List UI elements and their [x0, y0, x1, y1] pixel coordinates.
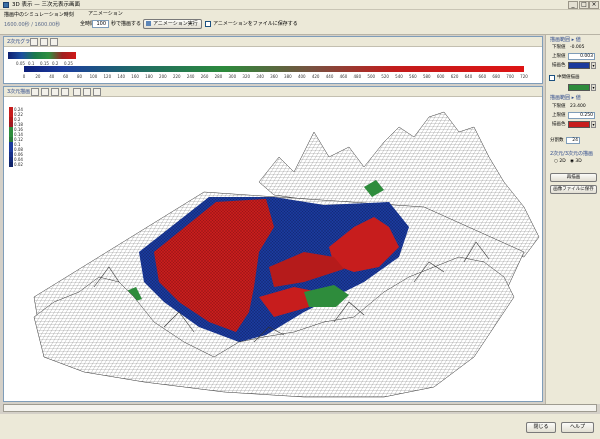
- print-icon[interactable]: [30, 38, 38, 46]
- colorbar-large-tick: 80: [77, 74, 83, 79]
- colorbar-large-tick: 260: [200, 74, 209, 79]
- top-options-bar: 描画中のシミュレーション時刻 1600.00秒 / 1600.00秒 アニメーシ…: [0, 10, 600, 35]
- maximize-button[interactable]: □: [579, 1, 589, 9]
- colorbar-panel: 2次元グラフ 0.05 0.1 0.15 0.2 0.25 0 20 40 60 80 100 12…: [3, 36, 543, 84]
- save-icon[interactable]: [50, 38, 58, 46]
- colorbar-large-tick: 300: [228, 74, 237, 79]
- colorbar-large-tick: 240: [186, 74, 195, 79]
- upper2-label: 上限値: [552, 113, 566, 118]
- lower2-value: 23.400: [570, 104, 586, 109]
- colorbar-large-tick: 560: [409, 74, 417, 79]
- color-swatch-red[interactable]: [568, 121, 590, 128]
- app-icon: [3, 2, 9, 8]
- colorbar-large-tick: 580: [422, 74, 431, 79]
- run-animation-label: アニメーション実行: [153, 21, 198, 27]
- save-animation-label: アニメーションをファイルに保存する: [213, 21, 298, 27]
- colorbar-large-tick: 680: [492, 74, 501, 79]
- colorbar-large-tick: 200: [159, 74, 167, 79]
- close-button[interactable]: 閉じる: [526, 422, 556, 433]
- colorbar-large-tick: 480: [353, 74, 362, 79]
- colorbar-large-tick: 540: [395, 74, 403, 79]
- step-label: 分割数: [550, 138, 564, 143]
- colorbar-large-tick: 600: [436, 74, 445, 79]
- copy-icon[interactable]: [40, 38, 48, 46]
- animation-label: アニメーション: [88, 11, 123, 17]
- colorbar-large-tick: 620: [450, 74, 459, 79]
- chevron-down-icon[interactable]: ▾: [591, 84, 596, 91]
- colorbar-large-tick: 640: [464, 74, 473, 79]
- mid-value-label: 中間値描画: [557, 75, 580, 80]
- colorbar-large-tick: 520: [381, 74, 389, 79]
- upper-input[interactable]: 0.003: [568, 53, 595, 60]
- right-options-panel: 描画範囲 ▸ 値 下限値 -0.005 上限値 0.003 描画色 ▾ 中間値描…: [545, 35, 600, 404]
- colorbar-large-tick: 0: [22, 74, 26, 79]
- sim-time-label: 描画中のシミュレーション時刻: [4, 12, 74, 18]
- mid-value-checkbox[interactable]: [549, 75, 555, 81]
- lower-value: -0.005: [570, 45, 585, 50]
- colorbar-large-tick: 280: [214, 74, 223, 79]
- dim-title: 2次元/3次元の描画: [550, 151, 594, 157]
- terrain-surface-3d[interactable]: [4, 87, 543, 402]
- range2-title: 描画範囲 ▸ 値: [550, 95, 581, 101]
- radio-3d-label: 3D: [575, 159, 582, 164]
- redraw-button[interactable]: 再描画: [550, 173, 597, 182]
- colorbar-large-tick: 700: [506, 74, 514, 79]
- colorbar-small: [8, 52, 76, 59]
- range-title: 描画範囲 ▸ 値: [550, 37, 581, 43]
- upper2-input[interactable]: 0.250: [568, 112, 595, 119]
- colorbar-large-tick: 380: [284, 74, 292, 79]
- colorbar-large-tick: 660: [478, 74, 487, 79]
- radio-3d[interactable]: ◉ 3D: [570, 159, 582, 165]
- run-animation-button[interactable]: アニメーション実行: [143, 19, 202, 29]
- interval-input[interactable]: 100: [92, 20, 109, 28]
- radio-2d-label: 2D: [559, 159, 566, 164]
- chevron-down-icon[interactable]: ▾: [591, 62, 596, 69]
- interval-suffix: 秒で描画する: [111, 21, 142, 27]
- colorbar-large-tick: 20: [35, 74, 41, 79]
- upper-label: 上限値: [552, 54, 566, 59]
- save-animation-checkbox[interactable]: [205, 21, 211, 27]
- colorbar-large-tick: 160: [131, 74, 139, 79]
- colorbar-large-tick: 120: [103, 74, 112, 79]
- colorbar-large-tick: 340: [256, 74, 264, 79]
- close-window-button[interactable]: ×: [589, 1, 599, 9]
- colorbar-large-tick: 180: [145, 74, 153, 79]
- colorbar-large-tick: 360: [270, 74, 278, 79]
- chevron-down-icon[interactable]: ▾: [591, 121, 596, 128]
- title-bar: 3D 表示 — 三次元表示画面 _ □ ×: [0, 0, 600, 10]
- colorbar-large-tick: 40: [49, 74, 55, 79]
- colorbar-large-tick: 440: [325, 74, 334, 79]
- play-icon: [146, 21, 151, 26]
- horizontal-scrollbar[interactable]: [3, 404, 597, 412]
- step-input[interactable]: 24: [566, 137, 580, 144]
- colorbar-large: [24, 66, 524, 72]
- lower2-label: 下限値: [552, 104, 566, 109]
- save-image-button[interactable]: 画像ファイルに保存: [550, 185, 597, 194]
- colorbar-large-tick: 460: [339, 74, 348, 79]
- color-swatch-blue[interactable]: [568, 62, 590, 69]
- color2-label: 描画色: [552, 122, 566, 127]
- colorbar-panel-header: 2次元グラフ: [4, 37, 542, 47]
- colorbar-large-tick: 400: [297, 74, 306, 79]
- colorbar-large-tick: 500: [367, 74, 376, 79]
- minimize-button[interactable]: _: [568, 1, 578, 9]
- colorbar-large-tick: 60: [63, 74, 69, 79]
- colorbar-large-tick: 140: [117, 74, 126, 79]
- colorbar-large-tick: 220: [172, 74, 181, 79]
- footer-bar: 閉じる ヘルプ: [0, 414, 600, 439]
- window-title: 3D 表示 — 三次元表示画面: [12, 2, 80, 8]
- colorbar-large-tick: 100: [89, 74, 98, 79]
- sim-time-values: 1600.00秒 / 1600.00秒: [4, 22, 61, 28]
- lower-label: 下限値: [552, 45, 566, 50]
- color-label: 描画色: [552, 63, 566, 68]
- color-swatch-green[interactable]: [568, 84, 590, 91]
- colorbar-large-tick: 720: [520, 74, 528, 79]
- colorbar-large-tick: 320: [242, 74, 251, 79]
- colorbar-large-tick: 420: [311, 74, 320, 79]
- radio-2d[interactable]: ○ 2D: [554, 159, 566, 165]
- view-3d-panel: 3次元描画 0.24 0.22 0.2 0.18 0.16 0.14 0.12 0.1 0.08…: [3, 86, 543, 402]
- help-button[interactable]: ヘルプ: [561, 422, 594, 433]
